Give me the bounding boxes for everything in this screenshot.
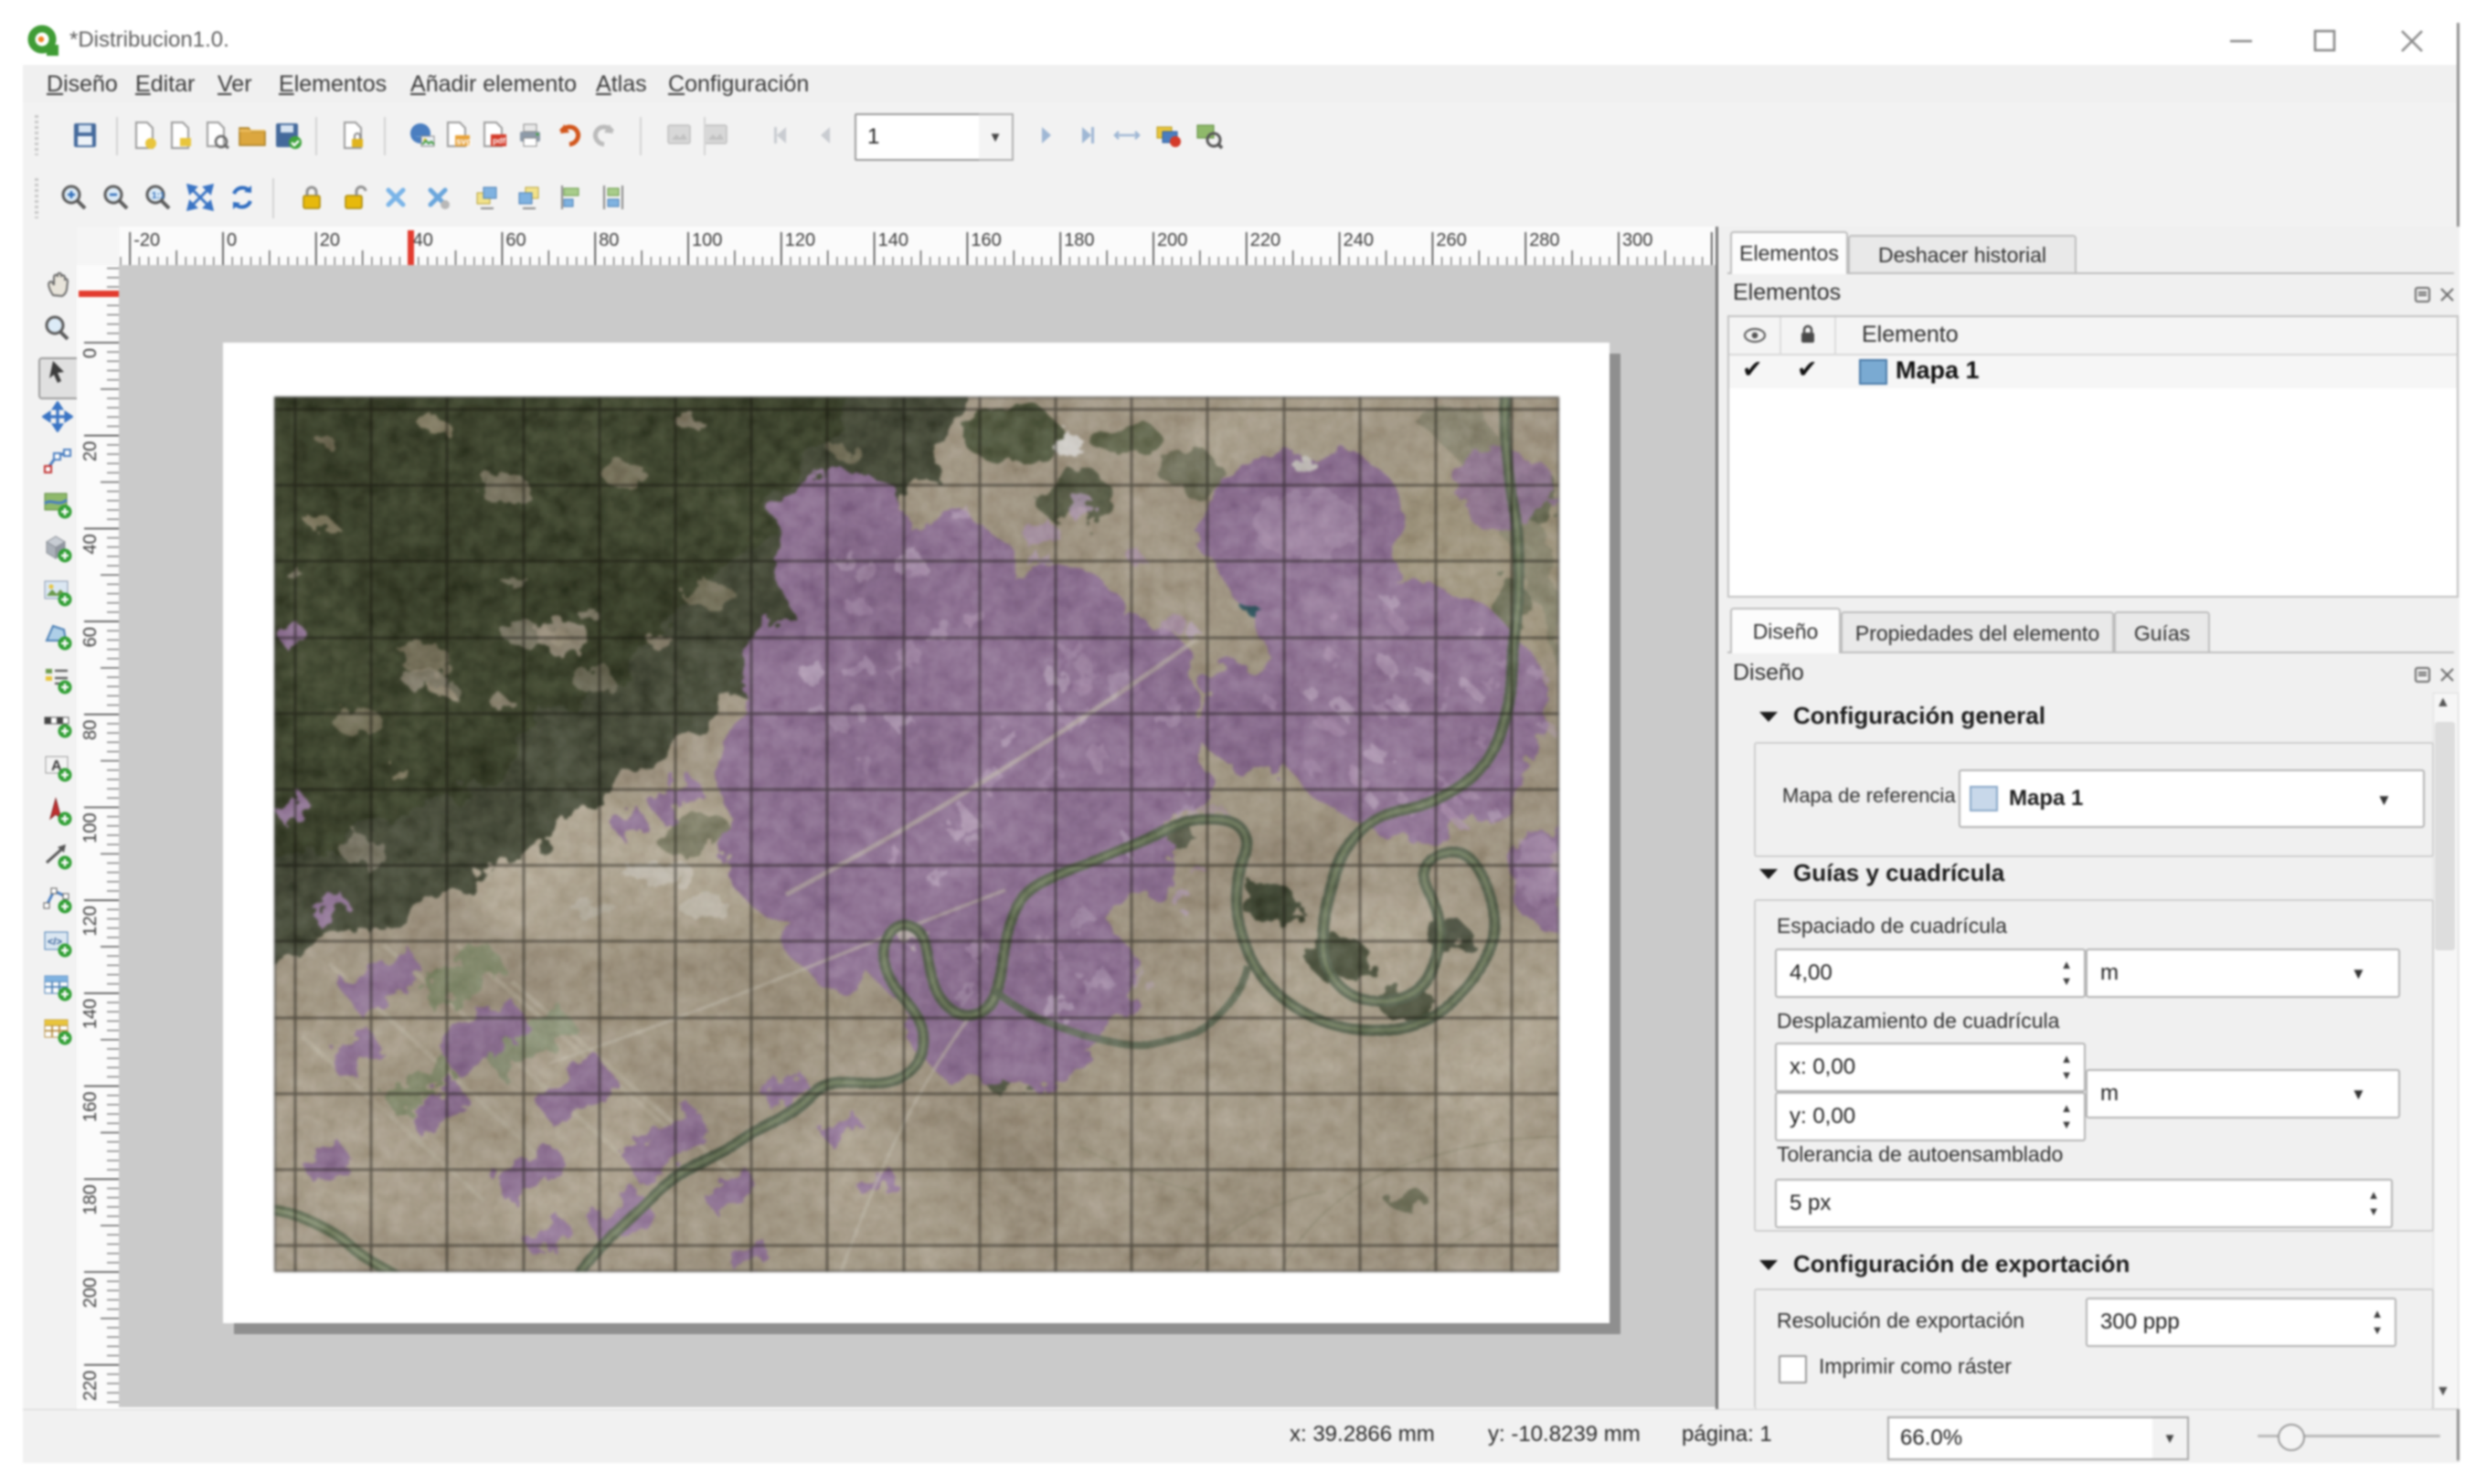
svg-text:200: 200 xyxy=(80,1277,101,1308)
svg-text:160: 160 xyxy=(80,1092,101,1122)
svg-text:140: 140 xyxy=(878,230,908,250)
svg-text:240: 240 xyxy=(1344,230,1374,250)
svg-text:280: 280 xyxy=(1529,230,1559,250)
svg-text:80: 80 xyxy=(599,230,619,250)
svg-text:40: 40 xyxy=(413,230,433,250)
svg-text:svg: svg xyxy=(456,137,472,147)
svg-text:120: 120 xyxy=(785,230,815,250)
svg-text:140: 140 xyxy=(80,999,101,1029)
svg-text:100: 100 xyxy=(692,230,722,250)
svg-text:60: 60 xyxy=(80,627,101,647)
svg-text:60: 60 xyxy=(505,230,526,250)
svg-text:-20: -20 xyxy=(133,230,160,250)
svg-text:120: 120 xyxy=(80,906,101,936)
svg-text:180: 180 xyxy=(80,1184,101,1214)
svg-text:220: 220 xyxy=(80,1371,101,1401)
svg-text:100: 100 xyxy=(80,813,101,843)
svg-text:0: 0 xyxy=(80,348,101,358)
svg-text:160: 160 xyxy=(971,230,1001,250)
svg-text:220: 220 xyxy=(1250,230,1280,250)
svg-text:200: 200 xyxy=(1157,230,1187,250)
svg-text:180: 180 xyxy=(1064,230,1094,250)
svg-text:80: 80 xyxy=(80,720,101,740)
svg-text:20: 20 xyxy=(320,230,340,250)
svg-text:0: 0 xyxy=(227,230,237,250)
svg-text:260: 260 xyxy=(1436,230,1466,250)
svg-text:pdf: pdf xyxy=(493,136,506,145)
svg-text:300: 300 xyxy=(1622,230,1652,250)
svg-text:20: 20 xyxy=(80,441,101,461)
svg-text:1:1: 1:1 xyxy=(152,191,165,201)
svg-text:40: 40 xyxy=(80,534,101,554)
